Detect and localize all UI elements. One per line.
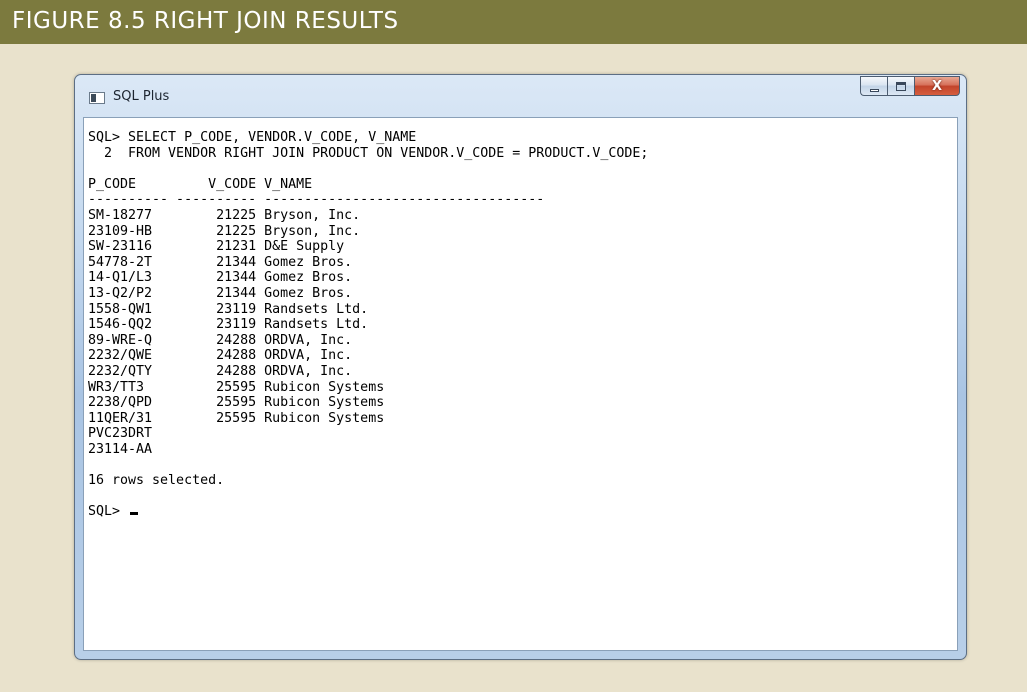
text-cursor bbox=[130, 512, 139, 516]
result-message: 16 rows selected. bbox=[88, 473, 225, 489]
result-row: 13-Q2/P2 21344 Gomez Bros. bbox=[88, 285, 353, 301]
figure-header: FIGURE 8.5 RIGHT JOIN RESULTS bbox=[0, 0, 1027, 44]
result-row: 54778-2T 21344 Gomez Bros. bbox=[88, 254, 353, 270]
close-button[interactable]: X bbox=[914, 76, 960, 96]
result-row: SM-18277 21225 Bryson, Inc. bbox=[88, 207, 361, 223]
query-line-2: 2 FROM VENDOR RIGHT JOIN PRODUCT ON VEND… bbox=[88, 145, 649, 161]
result-row: 14-Q1/L3 21344 Gomez Bros. bbox=[88, 270, 353, 286]
result-row: 23114-AA bbox=[88, 441, 153, 457]
sql-prompt: SQL> bbox=[88, 504, 129, 520]
result-row: 89-WRE-Q 24288 ORDVA, Inc. bbox=[88, 332, 353, 348]
minimize-button[interactable] bbox=[860, 76, 887, 96]
maximize-button[interactable] bbox=[887, 76, 914, 96]
window-controls: X bbox=[860, 76, 960, 96]
result-header: P_CODE V_CODE V_NAME bbox=[88, 176, 313, 192]
result-row: 2232/QTY 24288 ORDVA, Inc. bbox=[88, 363, 353, 379]
result-row: 2238/QPD 25595 Rubicon Systems bbox=[88, 395, 385, 411]
query-line-1: SQL> SELECT P_CODE, VENDOR.V_CODE, V_NAM… bbox=[88, 130, 417, 145]
console-app-icon[interactable] bbox=[89, 92, 105, 104]
window-titlebar[interactable]: SQL Plus X bbox=[75, 75, 966, 117]
figure-title: FIGURE 8.5 RIGHT JOIN RESULTS bbox=[12, 8, 399, 34]
result-row: 11QER/31 25595 Rubicon Systems bbox=[88, 410, 385, 426]
minimize-icon bbox=[869, 88, 879, 92]
result-row: PVC23DRT bbox=[88, 426, 153, 442]
result-row: SW-23116 21231 D&E Supply bbox=[88, 239, 345, 255]
result-row: 1558-QW1 23119 Randsets Ltd. bbox=[88, 301, 369, 317]
prompt-line[interactable]: SQL> bbox=[88, 504, 957, 520]
result-row: 1546-QQ2 23119 Randsets Ltd. bbox=[88, 317, 369, 333]
close-icon: X bbox=[931, 78, 943, 94]
result-row: WR3/TT3 25595 Rubicon Systems bbox=[88, 379, 385, 395]
result-row: 23109-HB 21225 Bryson, Inc. bbox=[88, 223, 361, 239]
window-title: SQL Plus bbox=[113, 89, 170, 104]
console-output[interactable]: SQL> SELECT P_CODE, VENDOR.V_CODE, V_NAM… bbox=[83, 117, 958, 651]
result-separator: ---------- ---------- ------------------… bbox=[88, 192, 545, 208]
maximize-icon bbox=[896, 81, 906, 91]
result-row: 2232/QWE 24288 ORDVA, Inc. bbox=[88, 348, 353, 364]
sqlplus-window: SQL Plus X SQL> SELECT P_CODE, VENDOR.V_… bbox=[74, 74, 967, 660]
